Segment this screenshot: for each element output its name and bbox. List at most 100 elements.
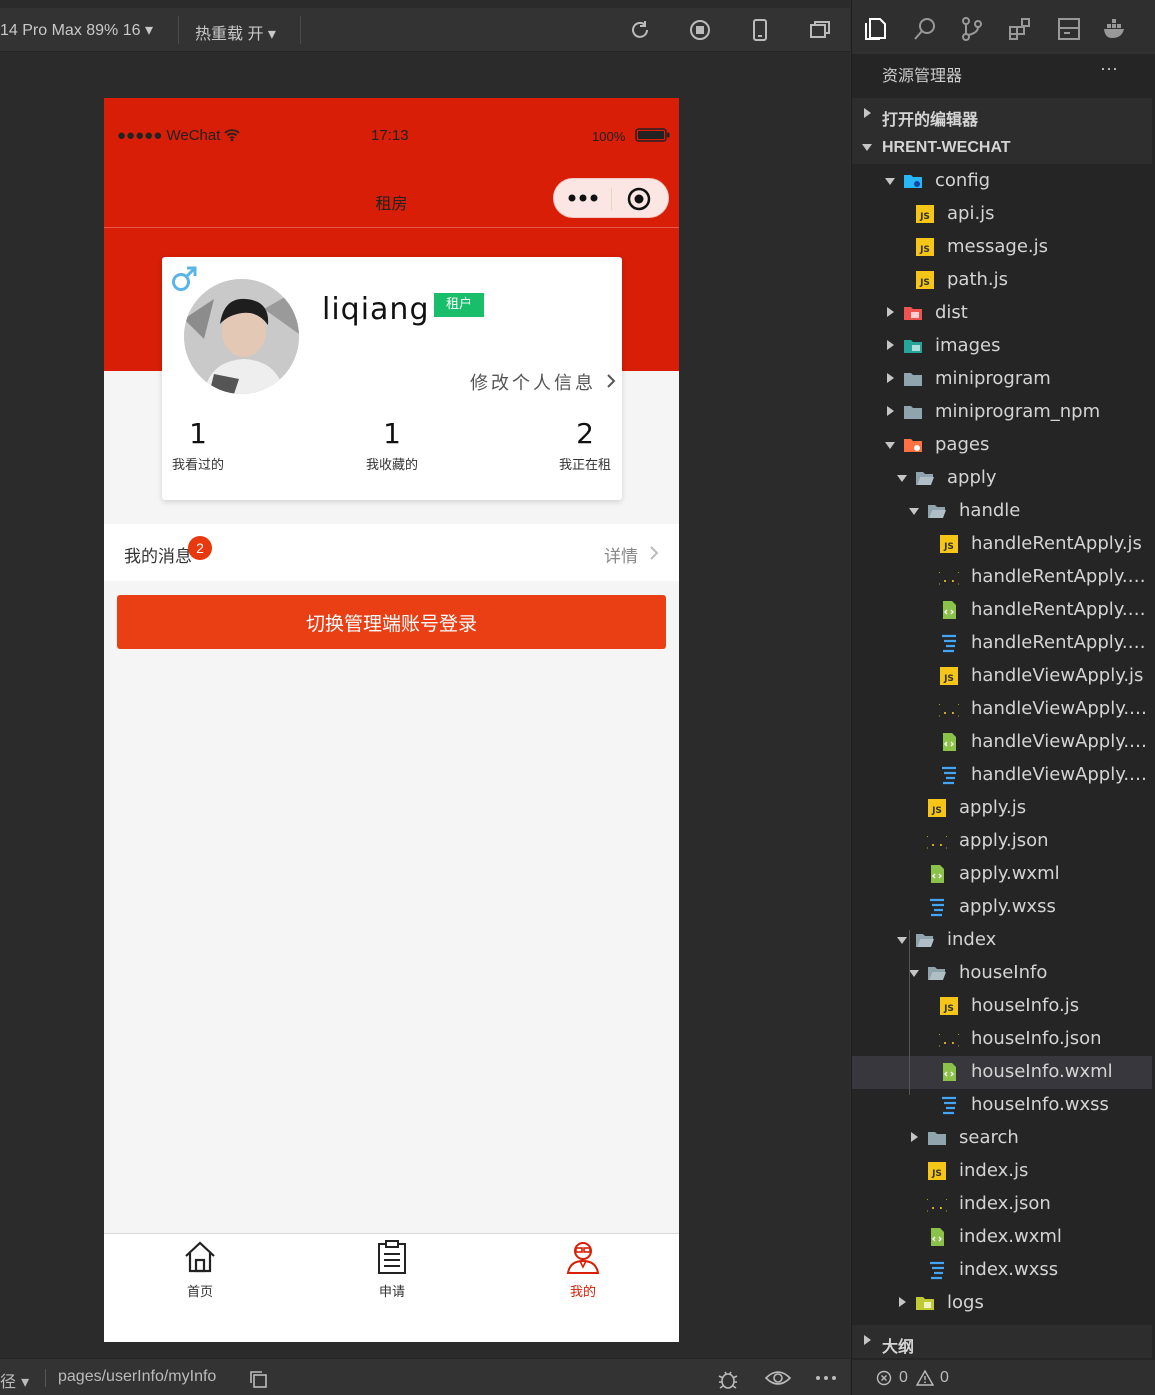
- extensions-icon[interactable]: [1007, 16, 1033, 42]
- clipboard-icon: [378, 1240, 406, 1274]
- chevron-down-icon: [885, 178, 895, 185]
- wxss-file-icon: [930, 1261, 944, 1280]
- stat-favorites[interactable]: 1 我收藏的: [356, 417, 428, 473]
- tree-file[interactable]: JS apply.js: [852, 792, 1152, 825]
- refresh-icon[interactable]: [628, 18, 652, 42]
- window-icon[interactable]: [808, 18, 832, 42]
- tree-folder[interactable]: houseInfo: [852, 957, 1152, 990]
- source-control-icon[interactable]: [959, 16, 985, 42]
- tree-file[interactable]: handleViewApply.wxml: [852, 726, 1152, 759]
- close-miniprogram-icon[interactable]: [627, 187, 651, 211]
- chevron-right-icon: [887, 340, 894, 350]
- tree-file[interactable]: JS index.js: [852, 1155, 1152, 1188]
- copy-icon[interactable]: [248, 1369, 268, 1389]
- battery-icon: [635, 128, 670, 142]
- tree-file[interactable]: houseInfo.wxml: [852, 1056, 1152, 1089]
- tree-file[interactable]: JS handleRentApply.js: [852, 528, 1152, 561]
- section-label: HRENT-WECHAT: [882, 139, 1011, 156]
- device-select[interactable]: 14 Pro Max 89% 16 ▾: [0, 20, 153, 40]
- tree-file[interactable]: handleRentApply.wxss: [852, 627, 1152, 660]
- tree-file[interactable]: houseInfo.wxss: [852, 1089, 1152, 1122]
- tab-home[interactable]: 首页: [150, 1234, 250, 1304]
- tree-file[interactable]: index.wxss: [852, 1254, 1152, 1287]
- tree-file[interactable]: handleRentApply.wxml: [852, 594, 1152, 627]
- tree-file[interactable]: {..} handleViewApply.json: [852, 693, 1152, 726]
- tree-folder[interactable]: miniprogram_npm: [852, 396, 1152, 429]
- messages-detail-link[interactable]: 详情: [604, 542, 638, 567]
- stat-renting[interactable]: 2 我正在租: [549, 417, 621, 473]
- stop-icon[interactable]: [688, 18, 712, 42]
- outline-section[interactable]: 大纲: [852, 1325, 1152, 1358]
- hotreload-select[interactable]: 热重载 开 ▾: [195, 20, 276, 44]
- chevron-down-icon: [909, 970, 919, 977]
- chevron-right-icon: [887, 307, 894, 317]
- tree-item-label: houseInfo: [959, 962, 1048, 983]
- indent-guide: [909, 930, 910, 1095]
- path-dropdown[interactable]: 径 ▾: [0, 1368, 29, 1392]
- wxss-file-icon: [942, 766, 956, 785]
- svg-text:{..}: {..}: [939, 1033, 959, 1048]
- messages-row[interactable]: 我的消息 2 详情: [104, 524, 679, 581]
- warning-count[interactable]: 0: [940, 1369, 949, 1387]
- tree-file[interactable]: JS handleViewApply.js: [852, 660, 1152, 693]
- tab-mine[interactable]: 我的: [533, 1234, 633, 1304]
- tree-folder[interactable]: search: [852, 1122, 1152, 1155]
- tree-file[interactable]: handleViewApply.wxss: [852, 759, 1152, 792]
- tree-item-label: handleRentApply.json: [971, 566, 1148, 587]
- wxml-file-icon: [943, 733, 956, 751]
- user-icon: [566, 1242, 600, 1274]
- tree-folder[interactable]: images: [852, 330, 1152, 363]
- error-count[interactable]: 0: [899, 1369, 908, 1387]
- more-dots-icon[interactable]: [568, 193, 598, 203]
- tree-file[interactable]: JS path.js: [852, 264, 1152, 297]
- tree-file[interactable]: {..} houseInfo.json: [852, 1023, 1152, 1056]
- tree-folder[interactable]: handle: [852, 495, 1152, 528]
- project-section[interactable]: HRENT-WECHAT: [852, 131, 1152, 164]
- explorer-more-button[interactable]: ···: [1100, 58, 1118, 79]
- tree-folder[interactable]: apply: [852, 462, 1152, 495]
- svg-text:JS: JS: [919, 245, 930, 255]
- search-icon[interactable]: [912, 16, 938, 42]
- tree-file[interactable]: JS api.js: [852, 198, 1152, 231]
- folder-icon: [916, 1297, 934, 1310]
- more-icon[interactable]: [815, 1375, 837, 1381]
- tree-file[interactable]: {..} handleRentApply.json: [852, 561, 1152, 594]
- tree-folder[interactable]: dist: [852, 297, 1152, 330]
- storage-icon[interactable]: [1056, 16, 1082, 42]
- tree-file[interactable]: JS houseInfo.js: [852, 990, 1152, 1023]
- stat-label: 我正在租: [558, 458, 611, 473]
- tree-folder[interactable]: pages: [852, 429, 1152, 462]
- tree-item-label: miniprogram: [935, 368, 1051, 389]
- tree-folder[interactable]: miniprogram: [852, 363, 1152, 396]
- switch-admin-login-button[interactable]: 切换管理端账号登录: [117, 595, 666, 649]
- tree-file[interactable]: JS message.js: [852, 231, 1152, 264]
- edit-profile-link[interactable]: 修改个人信息: [470, 369, 596, 395]
- json-file-icon: {..}: [939, 703, 959, 718]
- docker-icon[interactable]: [1102, 16, 1128, 42]
- js-file-icon: JS: [916, 205, 934, 223]
- tree-item-label: index.json: [959, 1193, 1051, 1214]
- male-icon: [172, 266, 197, 291]
- tree-file[interactable]: apply.wxss: [852, 891, 1152, 924]
- eye-icon[interactable]: [765, 1368, 791, 1388]
- tree-item-label: houseInfo.wxss: [971, 1094, 1109, 1115]
- tree-file[interactable]: {..} index.json: [852, 1188, 1152, 1221]
- tree-folder[interactable]: index: [852, 924, 1152, 957]
- files-icon[interactable]: [862, 16, 888, 42]
- chevron-down-icon: [909, 508, 919, 515]
- user-name: liqiang: [322, 292, 430, 327]
- open-editors-section[interactable]: 打开的编辑器: [852, 98, 1152, 131]
- tree-file[interactable]: apply.wxml: [852, 858, 1152, 891]
- avatar[interactable]: [184, 279, 299, 394]
- tree-item-label: handle: [959, 500, 1021, 521]
- wxml-file-icon: [931, 865, 944, 883]
- tab-apply[interactable]: 申请: [342, 1234, 442, 1304]
- phone-icon[interactable]: [748, 18, 772, 42]
- debug-icon[interactable]: [716, 1367, 740, 1391]
- stat-viewed[interactable]: 1 我看过的: [162, 417, 234, 473]
- tree-folder[interactable]: logs: [852, 1287, 1152, 1320]
- tree-file[interactable]: {..} apply.json: [852, 825, 1152, 858]
- tree-file[interactable]: index.wxml: [852, 1221, 1152, 1254]
- tree-folder[interactable]: config: [852, 165, 1152, 198]
- phone-status-bar: ●●●●● WeChat 17:13 100%: [104, 98, 679, 170]
